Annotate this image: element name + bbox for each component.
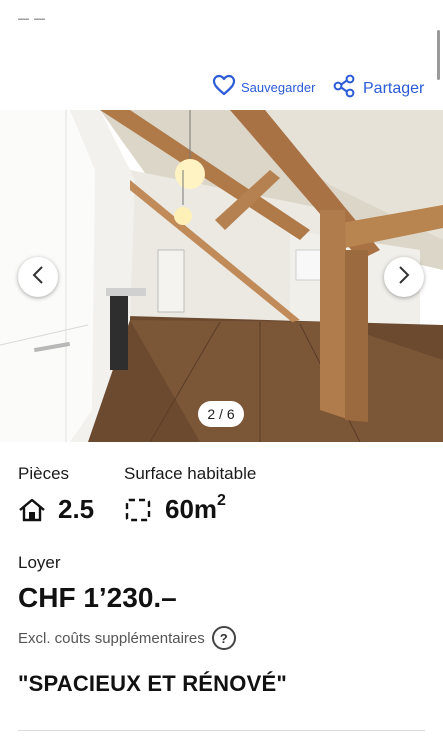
help-icon[interactable]: ? bbox=[211, 626, 236, 650]
photo-counter: 2 / 6 bbox=[198, 401, 244, 427]
previous-photo-button[interactable] bbox=[18, 257, 58, 297]
save-label: Sauvegarder bbox=[241, 80, 316, 95]
rent-price: CHF 1’230.– bbox=[18, 582, 177, 613]
divider bbox=[18, 730, 425, 731]
extra-costs-note: Excl. coûts supplémentaires ? bbox=[18, 626, 236, 650]
surface-label: Surface habitable bbox=[124, 464, 257, 483]
share-icon bbox=[332, 74, 356, 103]
status-fragment: — — bbox=[18, 13, 47, 25]
chevron-left-icon bbox=[31, 265, 45, 290]
area-icon bbox=[124, 497, 152, 528]
house-icon bbox=[18, 497, 46, 528]
surface-number: 60m bbox=[165, 494, 218, 524]
rooms-label: Pièces bbox=[18, 464, 70, 483]
save-button[interactable]: Sauvegarder bbox=[212, 74, 315, 101]
extra-costs-text: Excl. coûts supplémentaires bbox=[18, 629, 205, 647]
surface-unit-exponent: 2 bbox=[217, 492, 226, 509]
photo-gallery[interactable]: 2 / 6 bbox=[0, 110, 443, 442]
heart-icon bbox=[212, 74, 236, 101]
surface-value: 60m2 bbox=[165, 492, 226, 525]
share-label: Partager bbox=[363, 79, 425, 97]
apartment-photo bbox=[0, 110, 443, 442]
scrollbar[interactable] bbox=[437, 30, 440, 80]
next-photo-button[interactable] bbox=[384, 257, 424, 297]
rooms-value: 2.5 bbox=[58, 494, 95, 524]
top-bar: — — Sauvegarder Partager bbox=[0, 0, 443, 110]
listing-headline: "SPACIEUX ET RÉNOVÉ" bbox=[18, 671, 287, 696]
share-button[interactable]: Partager bbox=[332, 74, 424, 103]
chevron-right-icon bbox=[397, 265, 411, 290]
rent-label: Loyer bbox=[18, 553, 61, 572]
